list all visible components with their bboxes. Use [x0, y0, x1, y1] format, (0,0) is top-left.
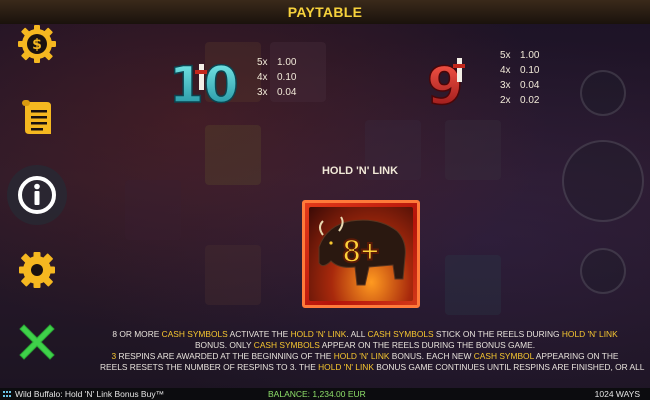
rule-line: 8 OR MORE CASH SYMBOLS ACTIVATE THE HOLD…	[100, 329, 630, 340]
info-icon	[18, 176, 56, 214]
rule-text: . ALL	[346, 329, 368, 339]
settings-button[interactable]	[17, 250, 57, 290]
payout-multiplier: 3x	[500, 80, 511, 91]
symbol-ten-graphic: 10	[168, 55, 239, 115]
rule-text: RESPINS ARE AWARDED AT THE BEGINNING OF …	[116, 351, 334, 361]
svg-text:$: $	[32, 37, 42, 53]
coin-dollar-button[interactable]: $	[17, 24, 57, 64]
ways-count: 1024 WAYS	[594, 389, 640, 399]
rule-line: REELS RESETS THE NUMBER OF RESPINS TO 3.…	[100, 362, 644, 373]
payout-value: 0.10	[277, 72, 297, 83]
payout-value: 0.02	[520, 95, 540, 106]
rule-highlight: CASH SYMBOLS	[253, 340, 320, 350]
bg-reel-tile	[445, 120, 501, 180]
bg-reel-tile	[205, 125, 261, 185]
symbol-nine: 9	[423, 48, 483, 118]
payout-multiplier: 4x	[500, 65, 511, 76]
grid-menu-icon[interactable]	[3, 391, 11, 397]
scroll-icon	[22, 100, 51, 134]
rule-text: STICK ON THE REELS DURING	[433, 329, 562, 339]
rule-text: ACTIVATE THE	[227, 329, 291, 339]
payout-multiplier: 5x	[257, 57, 268, 68]
payout-value: 1.00	[520, 50, 540, 61]
close-button[interactable]	[17, 322, 57, 362]
bonus-card-label: 8+	[342, 232, 380, 270]
paytable-row: 5x 1.00	[257, 57, 296, 68]
spin-button[interactable]	[562, 140, 644, 222]
rule-text: BONUS. ONLY	[194, 340, 254, 350]
bg-reel-tile	[445, 255, 501, 315]
autoplay-button[interactable]	[580, 70, 626, 116]
game-name: Wild Buffalo: Hold 'N' Link Bonus Buy™	[15, 389, 165, 399]
paytable-row: 5x 1.00	[500, 50, 539, 61]
coin-dollar-icon: $	[18, 25, 56, 63]
section-heading: HOLD 'N' LINK	[321, 165, 399, 177]
rule-line: BONUS. ONLY CASH SYMBOLS APPEAR ON THE R…	[100, 340, 630, 351]
rule-line: 3 RESPINS ARE AWARDED AT THE BEGINNING O…	[100, 351, 630, 362]
payout-multiplier: 2x	[500, 95, 511, 106]
rule-text: REELS RESETS THE NUMBER OF RESPINS TO 3.…	[100, 362, 319, 372]
status-bar: Wild Buffalo: Hold 'N' Link Bonus Buy™ B…	[0, 388, 650, 400]
paytable-row: 3x 0.04	[257, 87, 296, 98]
payout-multiplier: 3x	[257, 87, 268, 98]
rule-highlight: CASH SYMBOLS	[367, 329, 434, 339]
bg-reel-tile	[205, 245, 261, 305]
symbol-ten: 10	[165, 50, 245, 115]
hold-n-link-symbol-card: 8+	[302, 200, 420, 308]
balance-display: BALANCE: 1,234.00 EUR	[268, 388, 408, 400]
balance-label: BALANCE:	[268, 389, 311, 399]
rule-text: APPEAR ON THE REELS DURING THE BONUS GAM…	[319, 340, 536, 350]
paytable-row: 3x 0.04	[500, 80, 539, 91]
payout-value: 1.00	[277, 57, 297, 68]
rule-text: BONUS GAME CONTINUES UNTIL RESPINS ARE F…	[373, 362, 645, 372]
side-menu: $	[0, 24, 74, 386]
paytable-row: 4x 0.10	[257, 72, 296, 83]
rule-highlight: HOLD 'N' LINK	[333, 351, 390, 361]
paytable-row: 4x 0.10	[500, 65, 539, 76]
page-title: PAYTABLE	[287, 4, 363, 20]
rule-text: 8 OR MORE	[112, 329, 162, 339]
rules-description: 8 OR MORE CASH SYMBOLS ACTIVATE THE HOLD…	[100, 329, 644, 373]
balance-value: 1,234.00 EUR	[312, 389, 366, 399]
bonus-card-art: 8+	[309, 207, 413, 301]
payout-multiplier: 5x	[500, 50, 511, 61]
payout-multiplier: 4x	[257, 72, 268, 83]
rule-text: APPEARING ON THE	[533, 351, 619, 361]
rule-highlight: HOLD 'N' LINK	[318, 362, 374, 372]
close-icon	[19, 324, 55, 360]
symbol-nine-graphic: 9	[426, 56, 465, 118]
gear-icon	[19, 252, 55, 288]
payout-value: 0.10	[520, 65, 540, 76]
payout-value: 0.04	[277, 87, 297, 98]
title-bar: PAYTABLE	[0, 0, 650, 24]
game-stage: PAYTABLE $ 5x 1.00 4x 0.10 3x 0.04 9 5x …	[0, 0, 650, 400]
paytable-row: 2x 0.02	[500, 95, 539, 106]
info-button[interactable]	[17, 175, 57, 215]
rules-button[interactable]	[17, 98, 57, 138]
rule-highlight: CASH SYMBOLS	[161, 329, 228, 339]
rule-text: BONUS. EACH NEW	[389, 351, 474, 361]
rule-highlight: HOLD 'N' LINK	[561, 329, 618, 339]
rule-highlight: HOLD 'N' LINK	[290, 329, 347, 339]
payout-value: 0.04	[520, 80, 540, 91]
rule-highlight: CASH SYMBOL	[473, 351, 534, 361]
bg-reel-tile	[125, 180, 181, 240]
turbo-button[interactable]	[580, 248, 626, 294]
